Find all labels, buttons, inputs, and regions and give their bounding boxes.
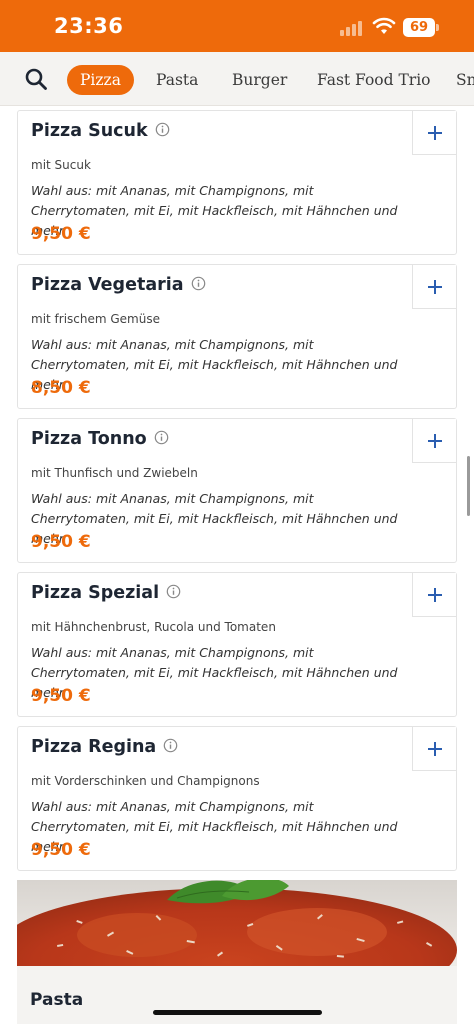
plus-icon (428, 742, 442, 756)
item-price: 9,50 € (31, 840, 91, 860)
category-card-pasta[interactable]: Pasta (17, 880, 457, 1024)
item-price: 9,50 € (31, 686, 91, 706)
item-name: Pizza Sucuk (31, 121, 148, 141)
tab-pasta[interactable]: Pasta (156, 65, 198, 95)
battery-icon: 69 (403, 18, 435, 37)
add-button[interactable] (412, 419, 456, 463)
battery-level: 69 (409, 20, 429, 35)
info-icon[interactable] (166, 584, 181, 599)
plus-icon (428, 588, 442, 602)
item-description: mit Vorderschinken und Champignons (31, 774, 260, 788)
info-icon[interactable] (191, 276, 206, 291)
status-bar: 23:36 69 (0, 0, 474, 52)
plus-icon (428, 126, 442, 140)
menu-item[interactable]: Pizza Regina mit Vorderschinken und Cham… (17, 726, 457, 871)
menu-item[interactable]: Pizza Spezial mit Hähnchenbrust, Rucola … (17, 572, 457, 717)
item-description: mit Sucuk (31, 158, 91, 172)
add-button[interactable] (412, 727, 456, 771)
item-description: mit Hähnchenbrust, Rucola und Tomaten (31, 620, 276, 634)
item-price: 8,50 € (31, 378, 91, 398)
item-title: Pizza Spezial (31, 583, 181, 603)
info-icon[interactable] (155, 122, 170, 137)
item-name: Pizza Spezial (31, 583, 160, 603)
category-title: Pasta (30, 990, 84, 1010)
category-bar: Pizza Pasta Burger Fast Food Trio Sn (0, 52, 474, 106)
item-name: Pizza Tonno (31, 429, 147, 449)
add-button[interactable] (412, 111, 456, 155)
tab-pizza[interactable]: Pizza (67, 65, 134, 95)
battery-nub (436, 24, 439, 31)
item-title: Pizza Vegetaria (31, 275, 206, 295)
item-name: Pizza Vegetaria (31, 275, 184, 295)
home-indicator[interactable] (153, 1010, 322, 1015)
signal-icon (340, 20, 366, 36)
plus-icon (428, 434, 442, 448)
info-icon[interactable] (154, 430, 169, 445)
status-time: 23:36 (54, 14, 124, 38)
item-title: Pizza Tonno (31, 429, 169, 449)
pasta-image (17, 880, 457, 966)
item-title: Pizza Regina (31, 737, 178, 757)
add-button[interactable] (412, 265, 456, 309)
item-title: Pizza Sucuk (31, 121, 170, 141)
scroll-indicator[interactable] (467, 456, 470, 516)
menu-item[interactable]: Pizza Sucuk mit Sucuk Wahl aus: mit Anan… (17, 110, 457, 255)
tab-snacks[interactable]: Sn (456, 65, 474, 95)
item-price: 9,50 € (31, 532, 91, 552)
menu-item[interactable]: Pizza Tonno mit Thunfisch und Zwiebeln W… (17, 418, 457, 563)
item-description: mit frischem Gemüse (31, 312, 160, 326)
menu-item[interactable]: Pizza Vegetaria mit frischem Gemüse Wahl… (17, 264, 457, 409)
info-icon[interactable] (163, 738, 178, 753)
tab-burger[interactable]: Burger (232, 65, 287, 95)
search-icon[interactable] (24, 67, 48, 91)
add-button[interactable] (412, 573, 456, 617)
menu-list: Pizza Sucuk mit Sucuk Wahl aus: mit Anan… (0, 106, 474, 1024)
item-description: mit Thunfisch und Zwiebeln (31, 466, 198, 480)
plus-icon (428, 280, 442, 294)
tab-fast-food-trio[interactable]: Fast Food Trio (317, 65, 431, 95)
item-name: Pizza Regina (31, 737, 157, 757)
item-price: 9,50 € (31, 224, 91, 244)
wifi-icon (372, 17, 396, 34)
